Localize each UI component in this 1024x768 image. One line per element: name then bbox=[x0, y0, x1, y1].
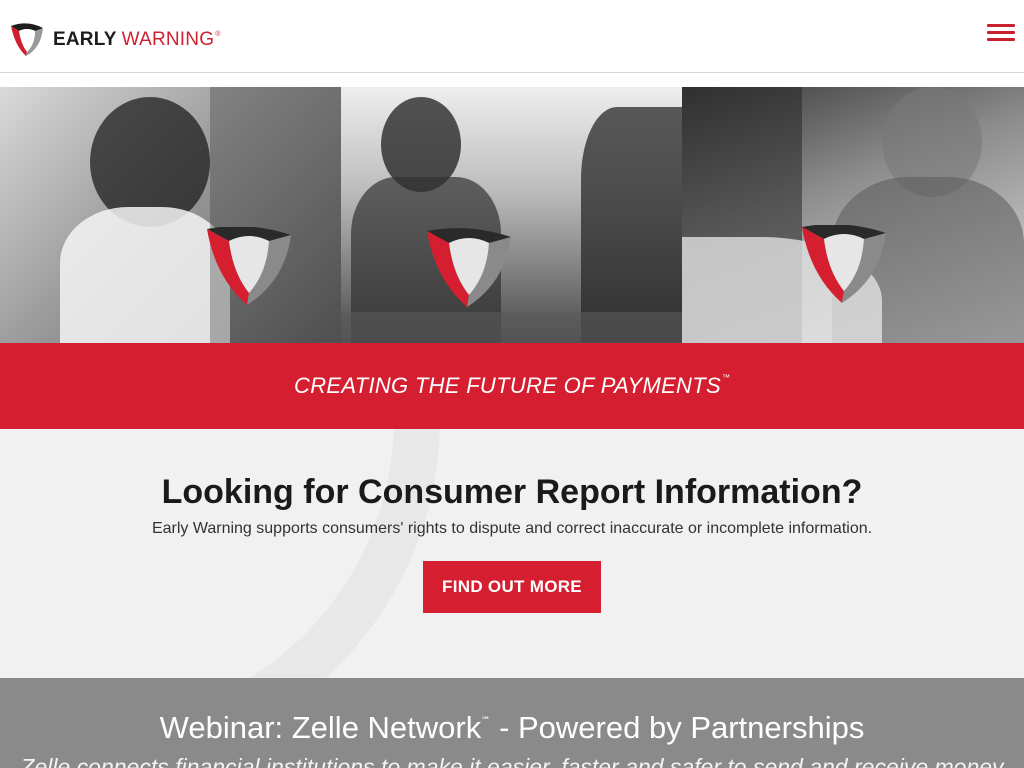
logo-wordmark: EARLY WARNING ® bbox=[53, 29, 221, 51]
hamburger-menu-button[interactable] bbox=[987, 24, 1015, 44]
hero-image-strip bbox=[0, 87, 1024, 343]
tagline-banner: CREATING THE FUTURE OF PAYMENTS ™ bbox=[0, 343, 1024, 429]
site-header: EARLY WARNING ® bbox=[0, 0, 1024, 73]
background-swoosh bbox=[0, 429, 440, 678]
early-warning-mark-icon bbox=[427, 228, 511, 307]
consumer-report-heading: Looking for Consumer Report Information? bbox=[161, 473, 863, 511]
webinar-description: Zelle connects financial institutions to… bbox=[20, 754, 1004, 768]
early-warning-logo[interactable]: EARLY WARNING ® bbox=[9, 21, 221, 59]
logo-registered-mark: ® bbox=[215, 31, 221, 38]
hamburger-icon-bar bbox=[987, 38, 1015, 41]
webinar-section: Webinar: Zelle Network℠ - Powered by Par… bbox=[0, 678, 1024, 768]
service-mark: ℠ bbox=[481, 715, 491, 725]
early-warning-mark-icon bbox=[207, 227, 291, 305]
early-warning-mark-icon bbox=[802, 225, 886, 303]
logo-warning: WARNING bbox=[121, 29, 215, 50]
woman-with-phone-photo bbox=[0, 87, 341, 343]
tagline-text: CREATING THE FUTURE OF PAYMENTS bbox=[294, 373, 721, 398]
logo-early: EARLY bbox=[53, 29, 117, 50]
card-payment-photo bbox=[682, 87, 1024, 343]
webinar-heading[interactable]: Webinar: Zelle Network℠ - Powered by Par… bbox=[0, 710, 1024, 746]
hamburger-icon-bar bbox=[987, 31, 1015, 34]
shield-logo-icon bbox=[11, 23, 43, 56]
tagline-trademark: ™ bbox=[721, 372, 730, 382]
webinar-title-prefix: Webinar: Zelle Network bbox=[159, 710, 482, 745]
consumer-report-section: Looking for Consumer Report Information?… bbox=[0, 429, 1024, 678]
handshake-photo bbox=[341, 87, 682, 343]
find-out-more-button[interactable]: FIND OUT MORE bbox=[423, 561, 601, 613]
hamburger-icon-bar bbox=[987, 24, 1015, 27]
webinar-title-suffix: - Powered by Partnerships bbox=[499, 710, 865, 745]
consumer-report-description: Early Warning supports consumers' rights… bbox=[151, 520, 873, 537]
